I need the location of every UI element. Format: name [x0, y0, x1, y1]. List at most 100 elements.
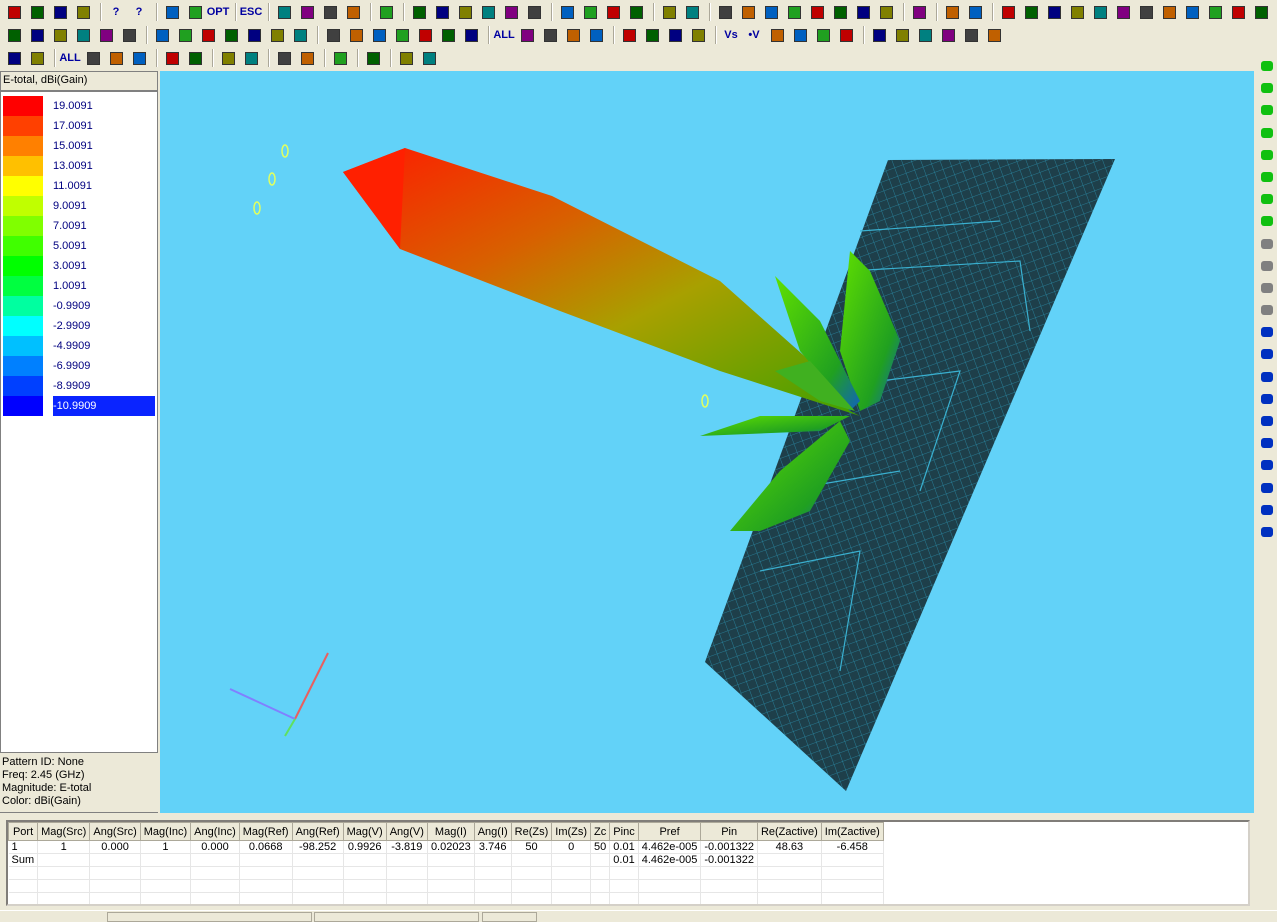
wave-button[interactable] — [415, 25, 435, 45]
bend-green-button[interactable] — [1259, 147, 1275, 163]
column-header[interactable]: Im(Zactive) — [820, 822, 884, 841]
cube-button[interactable] — [909, 2, 929, 22]
rotate-button[interactable] — [129, 48, 149, 68]
column-header[interactable]: Im(Zs) — [551, 822, 592, 841]
window-color-button[interactable] — [396, 48, 416, 68]
pipe-button[interactable] — [1259, 258, 1275, 274]
column-header[interactable]: Mag(V) — [342, 822, 387, 841]
port-results-table[interactable]: Port Mag(Src) Ang(Src) Mag(Inc) Ang(Inc) Mag(… — [6, 820, 1250, 906]
cylinder-button[interactable] — [1259, 236, 1275, 252]
axes-button[interactable] — [162, 48, 182, 68]
arrow-up-button[interactable] — [688, 25, 708, 45]
chart-button[interactable] — [461, 25, 481, 45]
select-box-button[interactable] — [320, 2, 340, 22]
block-3-button[interactable] — [1044, 2, 1064, 22]
ball-button[interactable] — [1259, 280, 1275, 296]
port-table-button[interactable] — [218, 48, 238, 68]
crop-button[interactable] — [682, 2, 702, 22]
color-1-button[interactable] — [869, 25, 889, 45]
circle-button[interactable] — [784, 2, 804, 22]
v-button[interactable]: •V — [744, 25, 764, 45]
vs-button[interactable]: Vs — [721, 25, 741, 45]
polygon-button[interactable] — [830, 2, 850, 22]
column-header[interactable]: Re(Zs) — [510, 822, 553, 841]
pencil-button[interactable] — [274, 2, 294, 22]
ring-button[interactable] — [1259, 191, 1275, 207]
print-button[interactable] — [73, 2, 93, 22]
eye-button[interactable] — [376, 2, 396, 22]
all-button[interactable]: ALL — [493, 25, 514, 45]
copy-button[interactable] — [432, 2, 452, 22]
polyline-button[interactable] — [807, 2, 827, 22]
ring-3-button[interactable] — [1259, 435, 1275, 451]
coil-2-button[interactable] — [1259, 324, 1275, 340]
open-folder-button[interactable] — [27, 2, 47, 22]
port-pair-button[interactable] — [96, 25, 116, 45]
column-header[interactable]: Mag(I) — [426, 822, 475, 841]
3d-pattern-view[interactable] — [160, 71, 1254, 813]
tee-button[interactable] — [1259, 80, 1275, 96]
wye-button[interactable] — [1259, 102, 1275, 118]
block-8-button[interactable] — [1159, 2, 1179, 22]
block-7-button[interactable] — [1136, 2, 1156, 22]
gear-button[interactable] — [330, 48, 350, 68]
column-header[interactable]: Port — [8, 822, 39, 841]
column-header[interactable]: Mag(Inc) — [139, 822, 192, 841]
waves-button[interactable] — [274, 48, 294, 68]
align-1-button[interactable] — [557, 2, 577, 22]
table-row[interactable]: 1 1 0.000 1 0.000 0.0668 -98.252 0.9926 -3.819 0.… — [8, 840, 884, 854]
arrow-right-button[interactable] — [642, 25, 662, 45]
run-field-button[interactable] — [221, 25, 241, 45]
bulb-button[interactable] — [363, 48, 383, 68]
mesh-button[interactable] — [152, 25, 172, 45]
table-row[interactable] — [8, 892, 884, 904]
column-header[interactable]: Ang(Inc) — [190, 822, 240, 841]
bridge-button[interactable] — [1259, 480, 1275, 496]
save-button[interactable] — [50, 2, 70, 22]
ellipse-button[interactable] — [1259, 169, 1275, 185]
bend-button[interactable] — [369, 25, 389, 45]
table-row[interactable] — [8, 866, 884, 880]
stub-button[interactable] — [1259, 125, 1275, 141]
waves-2-button[interactable] — [297, 48, 317, 68]
pattern-window-button[interactable] — [290, 25, 310, 45]
run-button[interactable] — [175, 25, 195, 45]
coil-button[interactable] — [1259, 302, 1275, 318]
column-header[interactable]: Ang(Src) — [89, 822, 141, 841]
rainbow-button[interactable] — [392, 25, 412, 45]
grid-dots-2-button[interactable] — [876, 2, 896, 22]
s2-button[interactable] — [790, 25, 810, 45]
stack-button[interactable] — [185, 2, 205, 22]
delete-button[interactable] — [478, 2, 498, 22]
s1-button[interactable] — [767, 25, 787, 45]
zoom-in-2-button[interactable] — [83, 48, 103, 68]
context-help-button[interactable]: ? — [129, 2, 149, 22]
bar-button[interactable] — [961, 25, 981, 45]
spiral-button[interactable] — [1259, 391, 1275, 407]
s3-button[interactable] — [813, 25, 833, 45]
block-10-button[interactable] — [1205, 2, 1225, 22]
camera-button[interactable] — [524, 2, 544, 22]
align-4-button[interactable] — [626, 2, 646, 22]
new-file-button[interactable] — [4, 2, 24, 22]
zoom-out-button[interactable] — [563, 25, 583, 45]
redo-button[interactable] — [965, 2, 985, 22]
block-11-button[interactable] — [1228, 2, 1248, 22]
column-header[interactable]: Mag(Ref) — [238, 822, 293, 841]
arc-button[interactable] — [738, 2, 758, 22]
sphere-button[interactable] — [198, 25, 218, 45]
xy-button[interactable] — [984, 25, 1004, 45]
square-blue-2-button[interactable] — [1259, 369, 1275, 385]
paint-button[interactable] — [419, 48, 439, 68]
port-select-button[interactable] — [4, 25, 24, 45]
half-circle-green-button[interactable] — [1259, 58, 1275, 74]
align-3-button[interactable] — [603, 2, 623, 22]
block-6-button[interactable] — [1113, 2, 1133, 22]
block-1-button[interactable] — [998, 2, 1018, 22]
cap-blue-button[interactable] — [1259, 524, 1275, 540]
column-header[interactable]: Ang(Ref) — [291, 822, 344, 841]
column-header[interactable]: Pin — [700, 822, 758, 841]
s4-button[interactable] — [836, 25, 856, 45]
current-button[interactable] — [267, 25, 287, 45]
block-5-button[interactable] — [1090, 2, 1110, 22]
